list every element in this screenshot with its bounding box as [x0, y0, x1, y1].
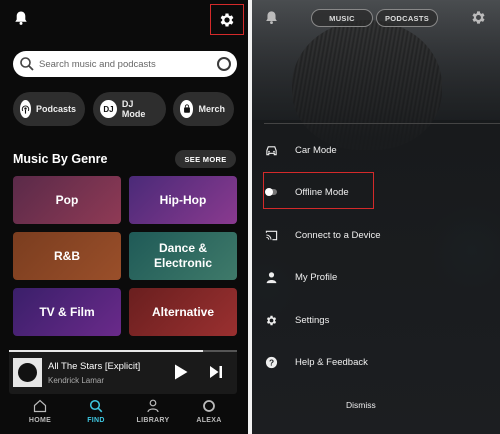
playback-progress-track[interactable]	[9, 350, 237, 352]
search-bar[interactable]	[13, 51, 237, 77]
nav-label: ALEXA	[196, 417, 222, 424]
search-icon	[20, 57, 34, 71]
menu-label: Settings	[295, 314, 330, 326]
tab-music[interactable]: MUSIC	[311, 9, 373, 27]
nav-label: HOME	[28, 417, 52, 424]
gear-icon	[264, 313, 278, 327]
car-icon	[264, 143, 278, 157]
menu-item-car-mode[interactable]: Car Mode	[264, 138, 494, 162]
chip-label: Podcasts	[36, 104, 77, 114]
chip-label: DJ Mode	[121, 99, 146, 119]
nav-label: LIBRARY	[136, 417, 170, 424]
genre-tile-dance-electronic[interactable]: Dance & Electronic	[129, 232, 237, 280]
mini-player[interactable]: All The Stars [Explicit] Kendrick Lamar	[9, 350, 237, 394]
nav-find[interactable]: FIND	[71, 399, 121, 424]
genre-tile-alternative[interactable]: Alternative	[129, 288, 237, 336]
alexa-voice-icon[interactable]	[217, 57, 231, 71]
search-input[interactable]	[39, 58, 217, 70]
find-icon	[89, 399, 103, 413]
settings-button-highlight[interactable]	[210, 4, 244, 35]
bell-icon[interactable]	[13, 10, 29, 26]
menu-label: Offline Mode	[295, 186, 349, 198]
section-title: Music By Genre	[13, 152, 108, 166]
menu-label: Car Mode	[295, 144, 337, 156]
toggle-icon[interactable]	[264, 185, 278, 199]
nav-library[interactable]: LIBRARY	[128, 399, 178, 424]
cast-icon	[264, 228, 278, 242]
settings-menu-screen: MUSIC PODCASTS Car Mode Offline Mode Con…	[252, 0, 500, 434]
find-screen: Podcasts DJ DJ Mode Merch Music By Genre…	[0, 0, 248, 434]
menu-item-offline-mode[interactable]: Offline Mode	[264, 180, 494, 204]
track-artist: Kendrick Lamar	[48, 376, 105, 385]
library-icon	[147, 399, 159, 413]
menu-label: Help & Feedback	[295, 356, 368, 368]
menu-separator	[264, 123, 500, 124]
genre-tile-rnb[interactable]: R&B	[13, 232, 121, 280]
menu-label: My Profile	[295, 271, 338, 283]
genre-label: Dance & Electronic	[153, 241, 213, 270]
menu-item-connect-device[interactable]: Connect to a Device	[264, 223, 494, 247]
bottom-nav: HOME FIND LIBRARY ALEXA	[0, 394, 248, 434]
skip-next-icon[interactable]	[209, 365, 223, 379]
svg-text:?: ?	[268, 357, 273, 367]
track-title: All The Stars [Explicit]	[48, 361, 141, 372]
see-more-button[interactable]: SEE MORE	[175, 150, 236, 168]
help-icon: ?	[264, 355, 278, 369]
menu-item-help-feedback[interactable]: ? Help & Feedback	[264, 350, 494, 374]
gear-icon[interactable]	[470, 9, 487, 26]
dj-icon: DJ	[100, 100, 117, 118]
playback-progress-fill	[9, 350, 203, 352]
person-icon	[264, 270, 278, 284]
podcast-icon	[20, 100, 31, 118]
album-art[interactable]	[13, 358, 42, 387]
genre-tile-hip-hop[interactable]: Hip-Hop	[129, 176, 237, 224]
chip-label: Merch	[198, 104, 225, 114]
genre-tile-pop[interactable]: Pop	[13, 176, 121, 224]
menu-label: Connect to a Device	[295, 229, 381, 241]
dismiss-button[interactable]: Dismiss	[346, 400, 376, 410]
gear-icon[interactable]	[218, 11, 236, 29]
home-icon	[33, 399, 47, 413]
merch-icon	[180, 100, 194, 118]
menu-item-settings[interactable]: Settings	[264, 308, 494, 332]
tab-podcasts[interactable]: PODCASTS	[376, 9, 438, 27]
nav-label: FIND	[87, 417, 105, 424]
genre-tile-tv-film[interactable]: TV & Film	[13, 288, 121, 336]
menu-item-my-profile[interactable]: My Profile	[264, 265, 494, 289]
bell-icon[interactable]	[264, 10, 279, 25]
merch-chip[interactable]: Merch	[173, 92, 234, 126]
nav-alexa[interactable]: ALEXA	[184, 399, 234, 424]
play-icon[interactable]	[174, 364, 188, 380]
alexa-icon	[203, 400, 215, 412]
nav-home[interactable]: HOME	[15, 399, 65, 424]
dj-mode-chip[interactable]: DJ DJ Mode	[93, 92, 166, 126]
podcasts-chip[interactable]: Podcasts	[13, 92, 85, 126]
